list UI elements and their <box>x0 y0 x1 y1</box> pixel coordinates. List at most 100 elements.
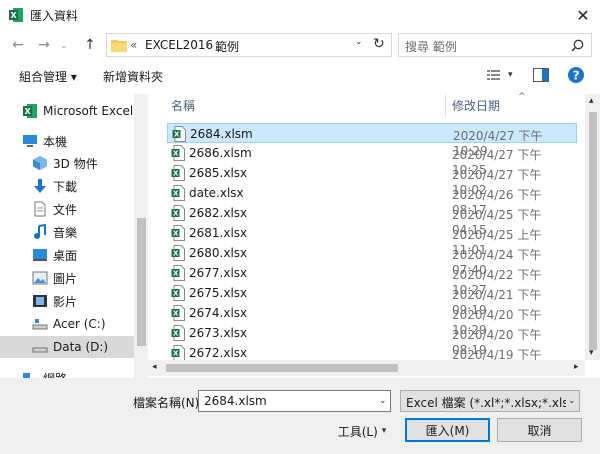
help-icon[interactable]: ? <box>568 67 584 83</box>
excel-file-icon: X <box>171 165 185 181</box>
svg-text:X: X <box>173 310 179 318</box>
sidebar-item-documents[interactable]: 文件 <box>0 198 134 220</box>
breadcrumb-item-examples[interactable]: 範例 <box>215 38 239 55</box>
search-input[interactable]: 搜尋 範例 <box>405 38 457 55</box>
file-date-modified: 2020/4/19 下午 08:01 <box>452 348 542 360</box>
cube-icon <box>33 156 47 170</box>
file-name: 2672.xlsx <box>189 346 248 360</box>
excel-file-icon: X <box>172 126 186 142</box>
sidebar-item-label: 下載 <box>53 179 78 194</box>
breadcrumb-overflow[interactable]: « <box>130 38 137 52</box>
file-type-select[interactable]: Excel 檔案 (*.xl*;*.xlsx;*.xlsm;*. ⌄ <box>400 390 580 412</box>
search-icon <box>571 39 584 52</box>
sidebar-item-label: 音樂 <box>53 225 78 240</box>
nav-scrollbar-thumb[interactable] <box>137 218 146 346</box>
view-dropdown-icon[interactable]: ▾ <box>508 70 513 80</box>
excel-file-icon: X <box>171 145 185 161</box>
close-button[interactable]: ✕ <box>566 0 600 30</box>
document-icon <box>34 201 46 217</box>
svg-text:X: X <box>174 131 180 139</box>
file-name: 2685.xlsx <box>189 166 248 180</box>
file-row[interactable]: X 2680.xlsx 2020/4/24 下午 07:40 <box>167 243 577 277</box>
view-options-icon[interactable] <box>487 69 503 82</box>
sidebar-item-label: 3D 物件 <box>53 156 98 171</box>
file-row[interactable]: X 2681.xlsx 2020/4/25 上午 11:01 <box>167 223 577 257</box>
file-row[interactable]: X 2674.xlsx 2020/4/20 下午 10:29 <box>167 303 577 337</box>
excel-icon: X <box>23 104 37 118</box>
svg-text:X: X <box>173 250 179 258</box>
cancel-button[interactable]: 取消 <box>497 418 582 442</box>
sidebar-item-label: 桌面 <box>53 248 78 263</box>
file-row[interactable]: X 2684.xlsm 2020/4/27 下午 10:29 <box>167 123 577 158</box>
address-bar[interactable]: « EXCEL2016 › 範例 ⌄ ↻ <box>106 33 392 57</box>
file-type-dropdown-icon[interactable]: ⌄ <box>568 396 576 406</box>
address-dropdown-icon[interactable]: ⌄ <box>355 37 363 47</box>
forward-button[interactable]: → <box>34 34 54 56</box>
sidebar-item-pictures[interactable]: 圖片 <box>0 267 134 289</box>
filename-label: 檔案名稱(N): <box>133 396 204 410</box>
file-row[interactable]: X 2672.xlsx 2020/4/19 下午 08:01 <box>167 343 577 360</box>
sidebar-item-label: Data (D:) <box>53 340 109 354</box>
drive-icon <box>32 347 48 353</box>
refresh-icon[interactable]: ↻ <box>373 36 385 52</box>
column-header-name[interactable]: 名稱 <box>171 97 195 114</box>
file-name: 2677.xlsx <box>189 266 248 280</box>
svg-text:X: X <box>173 230 179 238</box>
organize-button[interactable]: 組合管理 ▾ <box>19 68 77 85</box>
pictures-icon <box>32 271 48 285</box>
desktop-icon <box>33 249 47 261</box>
sidebar-item-desktop[interactable]: 桌面 <box>0 244 134 266</box>
file-name: 2673.xlsx <box>189 326 248 340</box>
sidebar-item-downloads[interactable]: 下載 <box>0 175 134 197</box>
filename-input[interactable]: 2684.xlsm <box>204 394 267 408</box>
file-name: 2680.xlsx <box>189 246 248 260</box>
sidebar-item-drive-c[interactable]: Acer (C:) <box>0 313 134 335</box>
sidebar-item-videos[interactable]: 影片 <box>0 290 134 312</box>
file-row[interactable]: Xdate.xlsx 2020/4/26 下午 08:17 <box>167 183 577 217</box>
filename-dropdown-icon[interactable]: ⌄ <box>379 396 387 406</box>
column-separator[interactable] <box>445 94 446 118</box>
sidebar-item-3d-objects[interactable]: 3D 物件 <box>0 152 134 174</box>
import-button[interactable]: 匯入(M) <box>405 418 490 442</box>
svg-text:?: ? <box>573 69 580 83</box>
file-row[interactable]: X 2673.xlsx 2020/4/20 下午 08:19 <box>167 323 577 357</box>
sidebar-item-label: Acer (C:) <box>53 317 106 331</box>
preview-pane-icon[interactable] <box>533 68 549 82</box>
scroll-left-icon[interactable]: ◂ <box>152 362 157 372</box>
tools-button[interactable]: 工具(L) ▾ <box>327 420 397 442</box>
sidebar-item-drive-d[interactable]: Data (D:) <box>0 336 134 358</box>
back-button[interactable]: ← <box>8 34 28 56</box>
file-row[interactable]: X 2675.xlsx 2020/4/21 下午 09:19 <box>167 283 577 317</box>
sidebar-item-microsoft-excel[interactable]: X Microsoft Excel <box>0 100 134 122</box>
new-folder-button[interactable]: 新增資料夾 <box>103 68 163 85</box>
recent-locations-chevron-icon[interactable]: ⌄ <box>58 34 70 56</box>
file-name: 2686.xlsm <box>189 146 252 160</box>
svg-text:X: X <box>25 107 32 116</box>
search-box[interactable]: 搜尋 範例 <box>398 33 592 57</box>
scroll-up-icon[interactable]: ▴ <box>589 96 594 106</box>
up-button[interactable]: ↑ <box>80 34 100 56</box>
file-row[interactable]: X 2682.xlsx 2020/4/25 下午 04:15 <box>167 203 577 237</box>
breadcrumb-item-excel2016[interactable]: EXCEL2016 <box>145 38 213 52</box>
tools-label: 工具(L) <box>337 424 378 439</box>
file-row[interactable]: X 2686.xlsm 2020/4/27 下午 10:25 <box>167 143 577 177</box>
sidebar-item-this-pc[interactable]: 本機 <box>0 130 134 152</box>
breadcrumb-separator[interactable]: › <box>205 38 210 52</box>
file-name: 2684.xlsm <box>190 127 253 141</box>
filename-field[interactable]: 2684.xlsm ⌄ <box>198 390 391 412</box>
file-list: X 2684.xlsm 2020/4/27 下午 10:29 X 2686.xlsm 20… <box>148 118 585 360</box>
file-row[interactable]: X 2677.xlsx 2020/4/22 下午 10:27 <box>167 263 577 297</box>
svg-text:X: X <box>173 350 179 358</box>
horizontal-scrollbar-thumb[interactable] <box>166 364 398 372</box>
sidebar-item-music[interactable]: 音樂 <box>0 221 134 243</box>
computer-icon <box>23 135 37 147</box>
sidebar-item-network[interactable]: 網路 <box>0 367 134 378</box>
svg-text:X: X <box>173 190 179 198</box>
column-header-date-modified[interactable]: 修改日期 <box>452 97 500 114</box>
sidebar-item-label: 影片 <box>53 294 78 309</box>
sidebar-item-label: 本機 <box>43 134 68 149</box>
svg-text:X: X <box>173 270 179 278</box>
vertical-scrollbar-thumb[interactable] <box>589 112 597 350</box>
file-row[interactable]: X 2685.xlsx 2020/4/27 下午 10:02 <box>167 163 577 197</box>
scroll-right-icon[interactable]: ▸ <box>574 362 579 372</box>
